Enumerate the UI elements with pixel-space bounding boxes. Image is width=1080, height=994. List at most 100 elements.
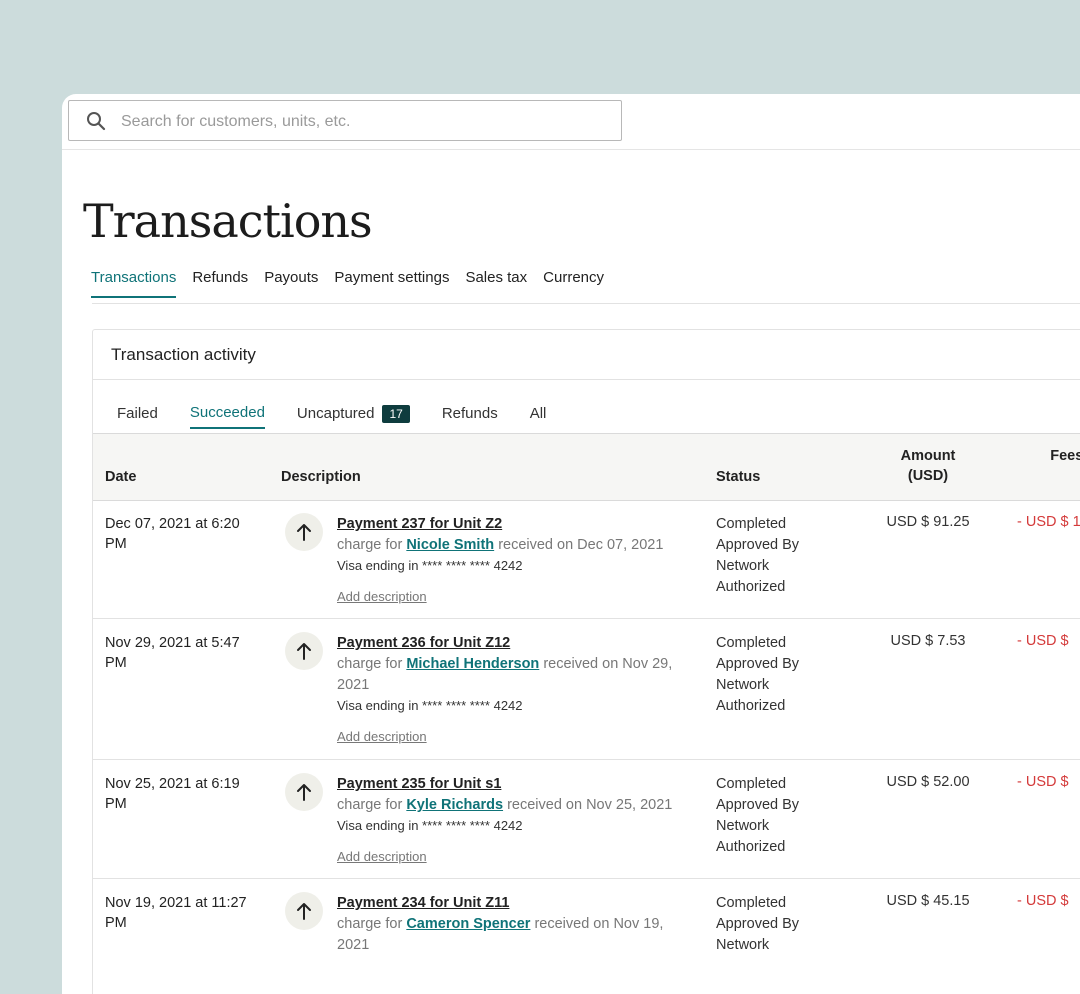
status-line: Approved By — [716, 537, 800, 553]
visa-text: Visa ending in **** **** **** 4242 — [337, 698, 523, 713]
search-icon — [87, 112, 106, 131]
row-fee: - USD $ — [1017, 893, 1069, 909]
status-line: Authorized — [716, 579, 786, 595]
customer-link[interactable]: Kyle Richards — [406, 797, 503, 813]
row-amount: USD $ 91.25 — [886, 514, 970, 530]
status-line: Network — [716, 818, 770, 834]
payment-link[interactable]: Payment 235 for Unit s1 — [337, 776, 501, 792]
table-row[interactable]: Dec 07, 2021 at 6:20 PM Payment 237 for … — [93, 500, 1080, 619]
row-date: Nov 29, 2021 at 5:47 PM — [105, 635, 240, 671]
add-description-link[interactable]: Add description — [337, 846, 427, 867]
top-bar — [62, 94, 1080, 150]
column-status: Status — [716, 469, 761, 485]
row-description: Payment 235 for Unit s1 charge for Kyle … — [337, 774, 697, 868]
subtab-refunds-label: Refunds — [441, 405, 498, 422]
add-description-link[interactable]: Add description — [337, 726, 427, 747]
tab-payouts[interactable]: Payouts — [264, 269, 318, 296]
subtab-all[interactable]: All — [530, 404, 547, 429]
subtab-all-label: All — [529, 405, 547, 422]
status-line: Completed — [716, 516, 787, 532]
payment-link[interactable]: Payment 234 for Unit Z11 — [337, 895, 509, 911]
transactions-table-body: Dec 07, 2021 at 6:20 PM Payment 237 for … — [93, 500, 1080, 994]
row-fee: - USD $ 1 — [1017, 514, 1080, 530]
received-text: received on Dec 07, 2021 — [498, 537, 664, 553]
column-fees[interactable]: Fees And (USD — [1015, 448, 1080, 484]
visa-text: Visa ending in **** **** **** 4242 — [337, 558, 523, 573]
arrow-up-icon — [285, 773, 323, 811]
search-input[interactable] — [119, 101, 603, 142]
column-amount-line1: Amount — [900, 448, 956, 464]
subtab-failed-label: Failed — [117, 405, 158, 422]
column-description: Description — [281, 469, 361, 485]
tabs-divider — [92, 303, 1080, 304]
app-window: Transactions Transactions Refunds Payout… — [62, 94, 1080, 994]
main-tabs: Transactions Refunds Payouts Payment set… — [91, 269, 604, 305]
subtab-succeeded[interactable]: Succeeded — [189, 404, 265, 429]
row-amount: USD $ 52.00 — [886, 774, 970, 790]
arrow-up-icon — [285, 892, 323, 930]
row-status: Completed Approved By Network Authorized — [716, 633, 836, 717]
transaction-activity-card: Transaction activity Failed Succeeded Un… — [92, 329, 1080, 994]
row-date: Nov 25, 2021 at 6:19 PM — [105, 776, 240, 812]
column-fees-line1: Fees And — [1050, 448, 1080, 464]
row-status: Completed Approved By Network — [716, 893, 836, 956]
uncaptured-count-badge: 17 — [382, 404, 410, 423]
tab-transactions[interactable]: Transactions — [91, 269, 177, 298]
table-row[interactable]: Nov 29, 2021 at 5:47 PM Payment 236 for … — [93, 619, 1080, 760]
arrow-up-icon — [285, 632, 323, 670]
status-line: Completed — [716, 635, 787, 651]
row-date: Dec 07, 2021 at 6:20 PM — [105, 516, 240, 552]
column-date[interactable]: Date — [105, 469, 136, 485]
row-fee: - USD $ — [1017, 774, 1069, 790]
add-description-link[interactable]: Add description — [337, 586, 427, 607]
status-line: Network — [716, 558, 770, 574]
row-description: Payment 234 for Unit Z11 charge for Came… — [337, 893, 697, 956]
status-line: Approved By — [716, 916, 800, 932]
column-amount[interactable]: Amount (USD) — [863, 448, 993, 484]
payment-link[interactable]: Payment 237 for Unit Z2 — [337, 516, 502, 532]
tab-sales-tax[interactable]: Sales tax — [465, 269, 527, 296]
subtab-uncaptured-label: Uncaptured — [296, 405, 375, 422]
status-line: Completed — [716, 895, 787, 911]
charge-label: charge for — [337, 656, 403, 672]
activity-tabs: Failed Succeeded Uncaptured 17 Refunds Al… — [117, 404, 546, 429]
subtab-refunds[interactable]: Refunds — [442, 404, 498, 429]
customer-link[interactable]: Michael Henderson — [406, 656, 539, 672]
visa-text: Visa ending in **** **** **** 4242 — [337, 818, 523, 833]
status-line: Authorized — [716, 839, 786, 855]
subtab-failed[interactable]: Failed — [117, 404, 158, 429]
customer-link[interactable]: Cameron Spencer — [406, 916, 530, 932]
card-title: Transaction activity — [111, 345, 256, 364]
received-text: received on Nov 25, 2021 — [507, 797, 673, 813]
table-row[interactable]: Nov 25, 2021 at 6:19 PM Payment 235 for … — [93, 760, 1080, 879]
charge-label: charge for — [337, 537, 403, 553]
tab-payment-settings[interactable]: Payment settings — [334, 269, 449, 296]
charge-label: charge for — [337, 797, 403, 813]
tab-refunds[interactable]: Refunds — [192, 269, 248, 296]
search-box[interactable] — [68, 100, 622, 142]
page-title: Transactions — [83, 194, 373, 248]
row-date: Nov 19, 2021 at 11:27 PM — [105, 895, 247, 931]
table-header: Date Description Status Amount (USD) Fee… — [93, 433, 1080, 501]
table-row[interactable]: Nov 19, 2021 at 11:27 PM Payment 234 for… — [93, 879, 1080, 994]
arrow-up-icon — [285, 513, 323, 551]
row-amount: USD $ 7.53 — [890, 633, 966, 649]
row-fee: - USD $ — [1017, 633, 1069, 649]
status-line: Authorized — [716, 698, 786, 714]
customer-link[interactable]: Nicole Smith — [406, 537, 494, 553]
row-status: Completed Approved By Network Authorized — [716, 514, 836, 598]
status-line: Approved By — [716, 656, 800, 672]
row-status: Completed Approved By Network Authorized — [716, 774, 836, 858]
status-line: Completed — [716, 776, 787, 792]
column-amount-line2: (USD) — [907, 468, 949, 484]
tab-currency[interactable]: Currency — [543, 269, 604, 296]
status-line: Approved By — [716, 797, 800, 813]
column-fees-line2: (USD — [1015, 468, 1080, 484]
subtab-succeeded-label: Succeeded — [189, 404, 265, 421]
card-divider — [93, 379, 1080, 380]
payment-link[interactable]: Payment 236 for Unit Z12 — [337, 635, 510, 651]
charge-label: charge for — [337, 916, 403, 932]
row-description: Payment 237 for Unit Z2 charge for Nicol… — [337, 514, 697, 608]
status-line: Network — [716, 677, 770, 693]
subtab-uncaptured[interactable]: Uncaptured 17 — [297, 404, 410, 429]
